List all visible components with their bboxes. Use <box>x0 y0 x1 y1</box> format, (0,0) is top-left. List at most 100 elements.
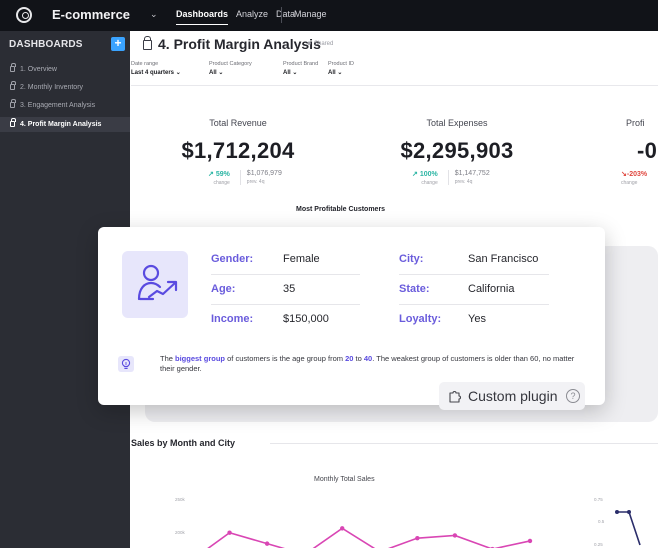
lock-icon <box>10 81 16 90</box>
nav-data[interactable]: Data <box>276 9 295 19</box>
help-icon[interactable]: ? <box>566 389 580 403</box>
lock-icon <box>10 63 16 72</box>
arrow-up-right-icon: ↗ <box>412 171 418 178</box>
series-line <box>207 527 531 548</box>
add-dashboard-button[interactable]: + <box>111 37 125 51</box>
sidebar-item-label: 4. Profit Margin Analysis <box>20 121 102 128</box>
app-title[interactable]: E-commerce <box>52 7 130 22</box>
gender-label: Gender: <box>211 253 254 265</box>
kpi-label: Total Expenses <box>426 118 488 128</box>
lightbulb-icon <box>118 356 134 372</box>
data-point <box>627 510 631 514</box>
data-point <box>340 526 345 531</box>
nav-dashboards[interactable]: Dashboards <box>176 9 229 25</box>
kpi-value: $1,712,204 <box>181 138 295 163</box>
shared-badge: ☻ Shared <box>306 41 334 47</box>
lock-icon <box>10 118 16 127</box>
lock-icon <box>10 99 16 108</box>
filter-value: All <box>283 70 291 76</box>
series-line <box>617 511 641 546</box>
nav-analyze[interactable]: Analyze <box>236 9 268 19</box>
filter-label: Product ID <box>328 61 354 67</box>
data-point <box>452 533 458 538</box>
kpi-prev-value: $1,076,979 <box>246 170 282 177</box>
y-tick-label: 250k <box>175 497 185 502</box>
y-tick-label: 200k <box>175 530 185 535</box>
data-point <box>615 510 619 514</box>
city-label: City: <box>399 253 424 265</box>
kpi-value: $2,295,903 <box>400 138 514 163</box>
kpi-total-expenses: Total Expenses $2,295,903 <box>389 118 525 164</box>
puzzle-icon <box>449 390 462 403</box>
main-nav: Dashboards Analyze Data <box>176 9 303 25</box>
kpi-prev-value: $1,147,752 <box>454 170 490 177</box>
filter-label: Date range <box>131 61 159 67</box>
sidebar-item-overview[interactable]: 1. Overview <box>0 62 130 77</box>
kpi-total-revenue: Total Revenue $1,712,204 <box>172 118 304 164</box>
most-profitable-title: Most Profitable Customers <box>296 206 386 213</box>
loyalty-label: Loyalty: <box>399 313 442 325</box>
filter-label: Product Category <box>209 61 252 67</box>
kpi-revenue-change: ↗ 59% change $1,076,979 prev. 4q <box>208 170 282 186</box>
kpi-profit-change: ↘-203% change <box>621 171 648 186</box>
y-tick-label: 0.5 <box>598 519 605 524</box>
nav-divider <box>281 7 282 23</box>
y-tick-label: 0.25 <box>594 542 603 547</box>
state-label: State: <box>399 283 430 295</box>
data-point <box>227 530 232 535</box>
filter-date-range[interactable]: Date range Last 4 quarters ⌄ <box>131 61 181 76</box>
kpi-expenses-change: ↗ 100% change $1,147,752 prev. 4q <box>412 170 490 186</box>
sidebar-item-label: 3. Engagement Analysis <box>20 102 96 109</box>
app-logo-icon[interactable] <box>16 7 32 23</box>
filter-product-id[interactable]: Product ID All ⌄ <box>328 61 354 76</box>
kpi-label: Total Revenue <box>209 118 267 128</box>
filter-label: Product Brand <box>283 61 319 67</box>
filter-value: Last 4 quarters <box>131 70 175 76</box>
arrow-up-right-icon: ↗ <box>208 171 214 178</box>
sidebar-item-label: 2. Monthly Inventory <box>20 84 84 91</box>
row-divider <box>399 304 549 305</box>
income-value: $150,000 <box>283 313 329 325</box>
sales-section-title: Sales by Month and City <box>131 438 236 448</box>
custom-plugin-badge[interactable]: Custom plugin ? <box>439 382 585 410</box>
kpi-profit: Profi -0 <box>626 118 658 164</box>
page-title: 4. Profit Margin Analysis <box>158 36 321 52</box>
gender-value: Female <box>283 253 320 265</box>
filter-product-brand[interactable]: Product Brand All ⌄ <box>283 61 318 76</box>
y-tick-label: 0.75 <box>594 497 603 502</box>
row-divider <box>211 304 360 305</box>
city-value: San Francisco <box>468 253 539 265</box>
sidebar-item-profit-margin-analysis[interactable]: 4. Profit Margin Analysis <box>0 117 130 132</box>
income-label: Income: <box>211 313 254 325</box>
sidebar-heading: DASHBOARDS <box>9 39 83 50</box>
row-divider <box>211 274 360 275</box>
age-value: 35 <box>283 283 296 295</box>
customer-profile-card: Gender: Female Age: 35 Income: $150,000 … <box>98 227 605 405</box>
data-point <box>527 538 533 544</box>
filter-product-category[interactable]: Product Category All ⌄ <box>209 61 252 76</box>
person-growth-icon <box>137 264 178 301</box>
lock-icon <box>143 36 152 50</box>
chart-title: Monthly Total Sales <box>314 476 375 483</box>
data-point <box>415 535 420 541</box>
section-divider <box>270 443 658 444</box>
sidebar-item-label: 1. Overview <box>20 66 57 73</box>
custom-plugin-label: Custom plugin <box>468 388 558 404</box>
row-divider <box>399 274 549 275</box>
header-divider <box>131 85 658 86</box>
kpi-value: -0 <box>637 138 658 163</box>
loyalty-value: Yes <box>468 313 486 325</box>
filter-value: All <box>209 70 217 76</box>
sidebar-item-monthly-inventory[interactable]: 2. Monthly Inventory <box>0 80 130 95</box>
data-point <box>264 541 270 546</box>
insight-text: The biggest group of customers is the ag… <box>160 354 575 373</box>
state-value: California <box>468 283 515 295</box>
sidebar-item-engagement-analysis[interactable]: 3. Engagement Analysis <box>0 98 130 113</box>
chevron-down-icon[interactable]: ⌄ <box>150 9 158 20</box>
top-bar: E-commerce ⌄ Dashboards Analyze Data Manag… <box>0 0 658 31</box>
age-label: Age: <box>211 283 236 295</box>
avatar <box>122 251 188 318</box>
filter-value: All <box>328 70 336 76</box>
kpi-label: Profi <box>626 118 645 128</box>
nav-manage[interactable]: Manage <box>294 9 327 19</box>
